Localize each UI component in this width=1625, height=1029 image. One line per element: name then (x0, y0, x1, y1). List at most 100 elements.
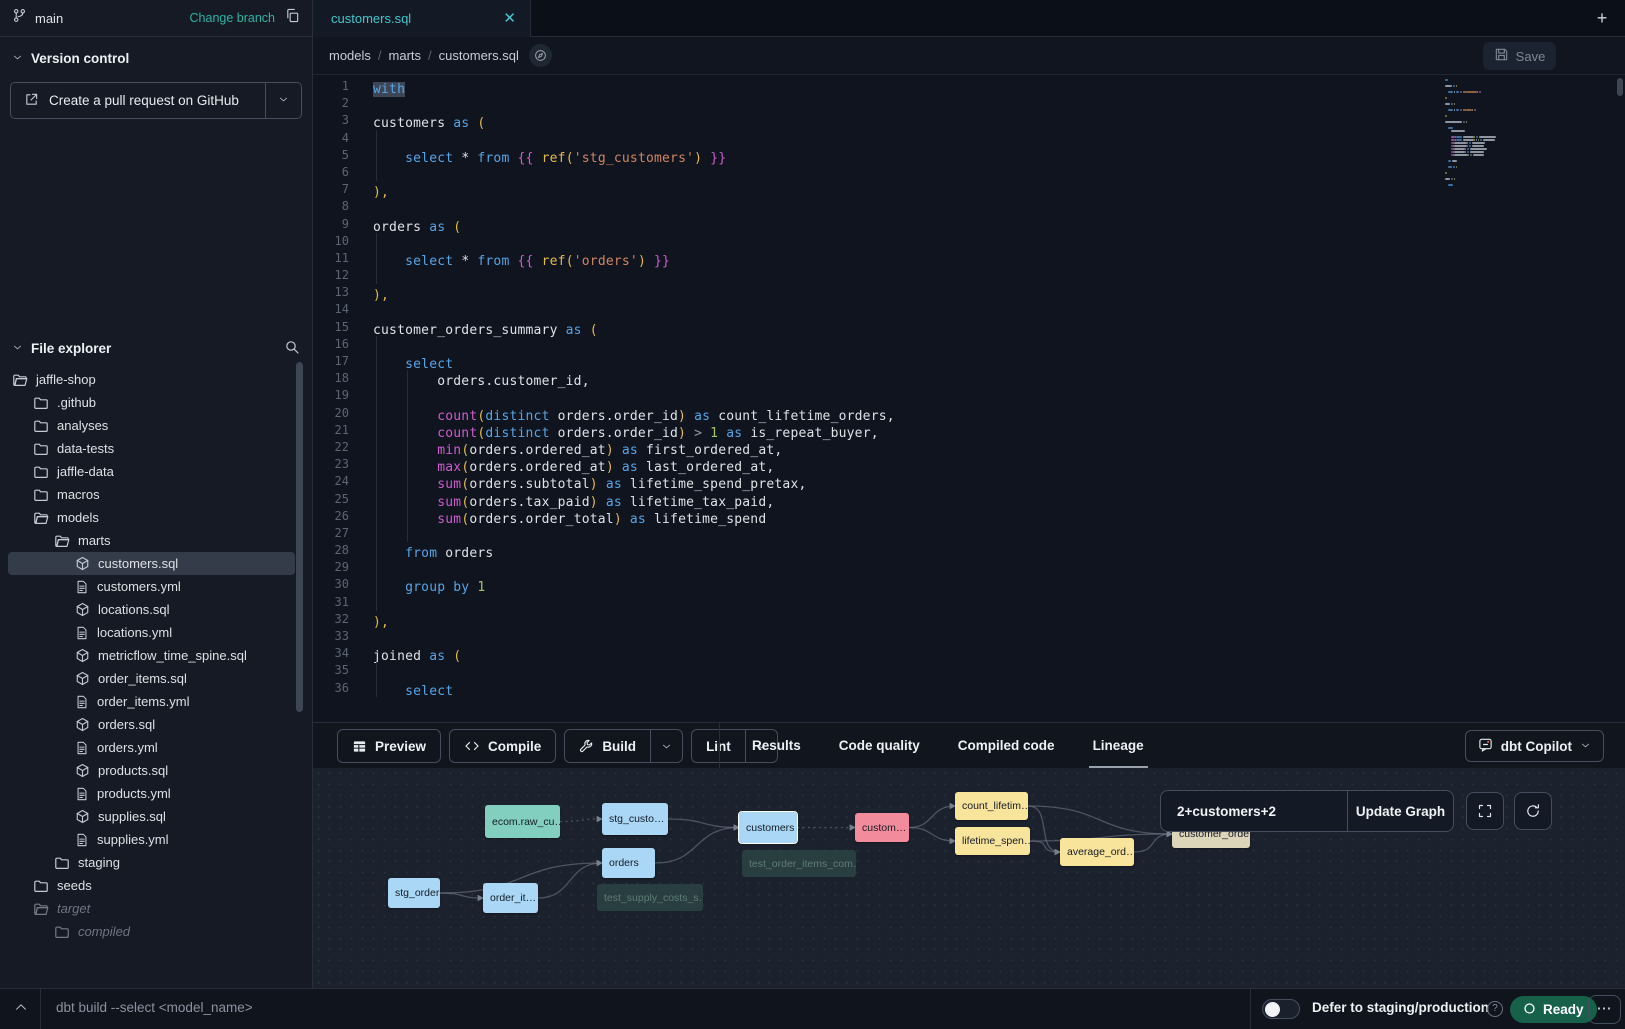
tree-item-seeds[interactable]: seeds (0, 874, 312, 897)
tree-item-jaffle-data[interactable]: jaffle-data (0, 460, 312, 483)
tree-item-macros[interactable]: macros (0, 483, 312, 506)
code-line-32[interactable]: 32), (313, 611, 1625, 628)
code-line-17[interactable]: 17 select (313, 353, 1625, 370)
code-line-6[interactable]: 6 (313, 164, 1625, 181)
minimap[interactable] (1445, 79, 1521, 187)
refresh-button[interactable] (1514, 792, 1552, 830)
lineage-node-count[interactable]: count_lifetim… (955, 792, 1028, 820)
code-line-12[interactable]: 12 (313, 267, 1625, 284)
code-line-24[interactable]: 24 sum(orders.subtotal) as lifetime_spen… (313, 473, 1625, 490)
breadcrumb-part[interactable]: customers.sql (439, 48, 519, 63)
code-line-20[interactable]: 20 count(distinct orders.order_id) as co… (313, 405, 1625, 422)
code-line-23[interactable]: 23 max(orders.ordered_at) as last_ordere… (313, 456, 1625, 473)
code-line-19[interactable]: 19 (313, 387, 1625, 404)
breadcrumb-part[interactable]: models (329, 48, 371, 63)
tree-item-products-yml[interactable]: products.yml (0, 782, 312, 805)
tree-item-analyses[interactable]: analyses (0, 414, 312, 437)
tree-item-data-tests[interactable]: data-tests (0, 437, 312, 460)
code-line-22[interactable]: 22 min(orders.ordered_at) as first_order… (313, 439, 1625, 456)
code-line-10[interactable]: 10 (313, 233, 1625, 250)
ready-status-badge[interactable]: Ready (1510, 996, 1597, 1023)
tree-item-supplies-yml[interactable]: supplies.yml (0, 828, 312, 851)
tree-item-order-items-yml[interactable]: order_items.yml (0, 690, 312, 713)
lineage-node-stg_customers[interactable]: stg_custo… (602, 803, 668, 835)
compile-button-main[interactable]: Compile (450, 730, 555, 762)
breadcrumb-part[interactable]: marts (389, 48, 422, 63)
code-line-27[interactable]: 27 (313, 525, 1625, 542)
code-editor[interactable]: 1with23customers as (45 select * from {{… (313, 75, 1625, 722)
code-line-11[interactable]: 11 select * from {{ ref('orders') }} (313, 250, 1625, 267)
tree-item--github[interactable]: .github (0, 391, 312, 414)
lineage-node-test_supply[interactable]: test_supply_costs_s… (597, 884, 703, 911)
code-line-36[interactable]: 36 select (313, 680, 1625, 697)
tree-item-target[interactable]: target (0, 897, 312, 920)
lineage-node-custom[interactable]: custom… (855, 813, 909, 842)
lineage-node-average[interactable]: average_ord… (1060, 838, 1134, 866)
code-line-18[interactable]: 18 orders.customer_id, (313, 370, 1625, 387)
build-button-main[interactable]: Build (565, 730, 650, 762)
sidebar-scrollbar[interactable] (296, 362, 303, 712)
lineage-node-order_it[interactable]: order_it… (483, 883, 538, 913)
code-line-9[interactable]: 9orders as ( (313, 216, 1625, 233)
version-control-header[interactable]: Version control (0, 37, 312, 76)
lineage-node-customers[interactable]: customers (739, 812, 797, 843)
panel-tab-compiled-code[interactable]: Compiled code (954, 723, 1059, 769)
preview-button-main[interactable]: Preview (338, 730, 440, 762)
lineage-node-test_order_items[interactable]: test_order_items_com… (742, 850, 856, 877)
graph-selector-input[interactable]: 2+customers+2 (1160, 790, 1348, 832)
file-explorer-header[interactable]: File explorer (0, 327, 312, 366)
tree-item-products-sql[interactable]: products.sql (0, 759, 312, 782)
tree-item-jaffle-shop[interactable]: jaffle-shop (0, 368, 312, 391)
code-line-5[interactable]: 5 select * from {{ ref('stg_customers') … (313, 147, 1625, 164)
code-line-14[interactable]: 14 (313, 301, 1625, 318)
tree-item-customers-sql[interactable]: customers.sql (0, 552, 312, 575)
lineage-node-lifetime[interactable]: lifetime_spen… (955, 827, 1030, 855)
new-tab-button[interactable]: + (1591, 8, 1613, 30)
code-line-25[interactable]: 25 sum(orders.tax_paid) as lifetime_tax_… (313, 491, 1625, 508)
code-line-35[interactable]: 35 (313, 662, 1625, 679)
code-line-30[interactable]: 30 group by 1 (313, 576, 1625, 593)
tab-customers-sql[interactable]: customers.sql ✕ (313, 0, 531, 37)
code-line-31[interactable]: 31 (313, 594, 1625, 611)
tree-item-compiled[interactable]: compiled (0, 920, 312, 943)
copy-icon[interactable] (285, 8, 300, 28)
change-branch-link[interactable]: Change branch (190, 11, 275, 25)
code-line-33[interactable]: 33 (313, 628, 1625, 645)
help-icon[interactable]: ? (1487, 1001, 1503, 1017)
code-line-28[interactable]: 28 from orders (313, 542, 1625, 559)
search-icon[interactable] (284, 339, 300, 358)
tree-item-orders-yml[interactable]: orders.yml (0, 736, 312, 759)
code-line-26[interactable]: 26 sum(orders.order_total) as lifetime_s… (313, 508, 1625, 525)
panel-tab-results[interactable]: Results (748, 723, 805, 769)
lineage-node-stg_orders[interactable]: stg_orders (388, 878, 440, 908)
code-line-29[interactable]: 29 (313, 559, 1625, 576)
close-icon[interactable]: ✕ (503, 11, 516, 26)
panel-tab-code-quality[interactable]: Code quality (835, 723, 924, 769)
code-line-8[interactable]: 8 (313, 198, 1625, 215)
tree-item-locations-yml[interactable]: locations.yml (0, 621, 312, 644)
breadcrumb[interactable]: models/marts/customers.sql (329, 48, 519, 63)
code-line-3[interactable]: 3customers as ( (313, 112, 1625, 129)
tree-item-locations-sql[interactable]: locations.sql (0, 598, 312, 621)
lineage-node-ecom[interactable]: ecom.raw_cu… (485, 805, 560, 838)
save-button[interactable]: Save (1483, 42, 1556, 70)
code-line-4[interactable]: 4 (313, 130, 1625, 147)
defer-toggle[interactable] (1262, 999, 1300, 1019)
code-line-2[interactable]: 2 (313, 95, 1625, 112)
tree-item-marts[interactable]: marts (0, 529, 312, 552)
code-line-15[interactable]: 15customer_orders_summary as ( (313, 319, 1625, 336)
panel-tab-lineage[interactable]: Lineage (1089, 723, 1148, 769)
create-pr-caret[interactable] (265, 83, 301, 118)
code-line-7[interactable]: 7), (313, 181, 1625, 198)
code-line-13[interactable]: 13), (313, 284, 1625, 301)
code-line-16[interactable]: 16 (313, 336, 1625, 353)
code-line-21[interactable]: 21 count(distinct orders.order_id) > 1 a… (313, 422, 1625, 439)
tree-item-orders-sql[interactable]: orders.sql (0, 713, 312, 736)
code-line-1[interactable]: 1with (313, 78, 1625, 95)
tree-item-staging[interactable]: staging (0, 851, 312, 874)
copilot-breadcrumb-icon[interactable] (529, 44, 552, 67)
update-graph-button[interactable]: Update Graph (1348, 790, 1454, 832)
editor-scrollbar[interactable] (1617, 78, 1623, 96)
lineage-node-orders[interactable]: orders (602, 848, 655, 878)
tree-item-metricflow-time-spine-sql[interactable]: metricflow_time_spine.sql (0, 644, 312, 667)
